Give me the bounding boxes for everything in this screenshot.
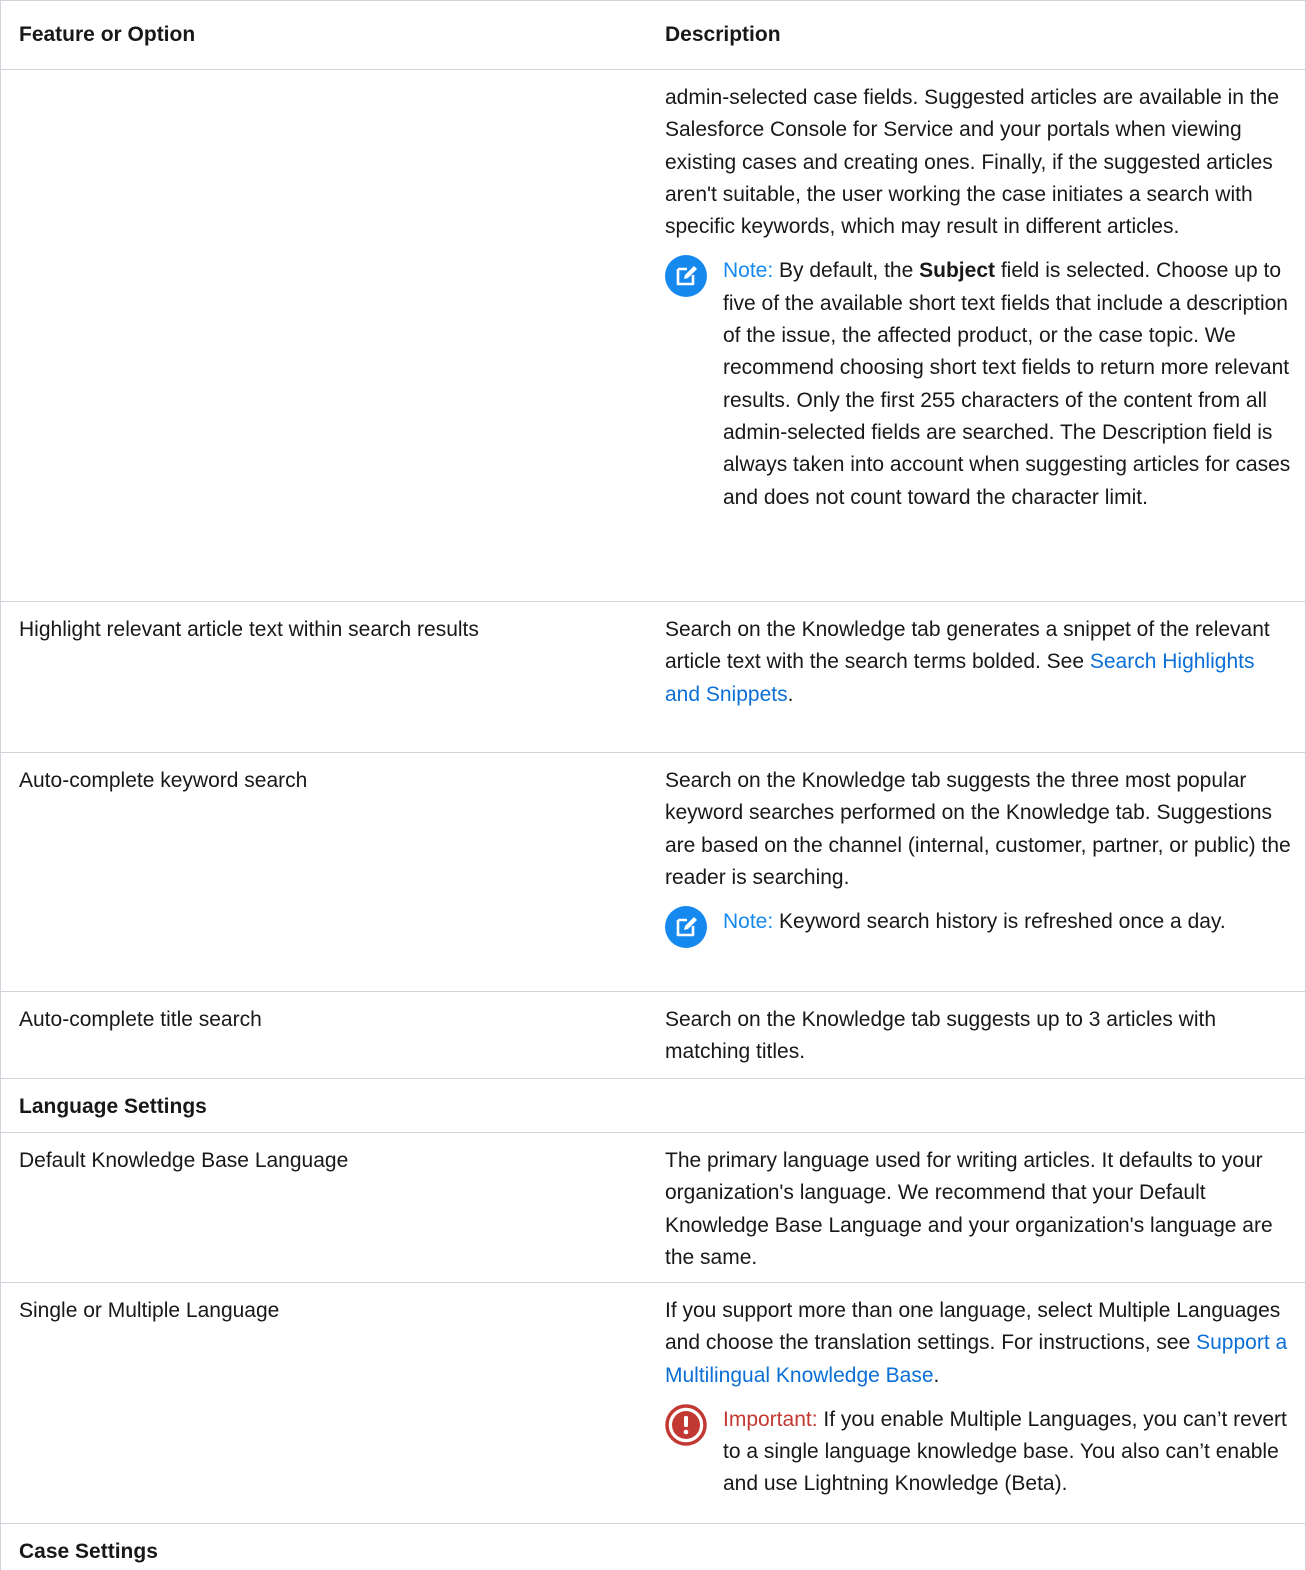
description-cell: Search on the Knowledge tab suggests the… <box>647 753 1305 991</box>
section-row: Language Settings <box>1 1079 1305 1133</box>
description-text-end: . <box>933 1363 940 1387</box>
header-feature: Feature or Option <box>19 23 196 46</box>
description-text: If you support more than one language, s… <box>665 1295 1295 1392</box>
important-label: Important: <box>723 1407 818 1431</box>
description-text: admin-selected case fields. Suggested ar… <box>665 86 1280 239</box>
table-row: Default Knowledge Base Language The prim… <box>1 1133 1305 1283</box>
note-text-after: field is selected. Choose up to five of … <box>723 259 1291 509</box>
important-body: Important: If you enable Multiple Langua… <box>707 1404 1295 1501</box>
section-title-language: Language Settings <box>19 1095 207 1118</box>
description-cell: The primary language used for writing ar… <box>665 1149 1273 1269</box>
table-row: admin-selected case fields. Suggested ar… <box>1 70 1305 602</box>
feature-table: Feature or Option Description admin-sele… <box>0 0 1306 1570</box>
feature-cell: Highlight relevant article text within s… <box>19 618 479 641</box>
feature-cell: Auto-complete keyword search <box>19 769 308 792</box>
header-description: Description <box>665 23 781 46</box>
section-empty-cell <box>647 1079 1305 1132</box>
table-row: Auto-complete title search Search on the… <box>1 992 1305 1079</box>
description-cell: Search on the Knowledge tab generates a … <box>647 602 1305 752</box>
feature-cell: Default Knowledge Base Language <box>19 1149 349 1172</box>
exclamation-warning-icon <box>665 1404 707 1446</box>
note-text-before: By default, the <box>773 259 920 283</box>
section-row: Case Settings <box>1 1524 1305 1570</box>
description-cell: admin-selected case fields. Suggested ar… <box>647 70 1305 601</box>
table-header-row: Feature or Option Description <box>1 0 1305 70</box>
section-empty-cell <box>647 1524 1305 1570</box>
section-title-case: Case Settings <box>19 1540 158 1563</box>
table-row: Auto-complete keyword search Search on t… <box>1 753 1305 992</box>
important-callout: Important: If you enable Multiple Langua… <box>665 1404 1295 1501</box>
note-body: Note: By default, the Subject field is s… <box>707 255 1295 513</box>
edit-note-icon <box>665 255 707 298</box>
feature-cell: Auto-complete title search <box>19 1008 262 1031</box>
description-text-start: If you support more than one language, s… <box>665 1299 1281 1355</box>
note-text: Keyword search history is refreshed once… <box>773 910 1226 934</box>
note-label: Note: <box>723 259 774 283</box>
table-row: Highlight relevant article text within s… <box>1 602 1305 753</box>
description-text-end: . <box>787 682 794 706</box>
description-cell: If you support more than one language, s… <box>647 1283 1305 1523</box>
feature-cell <box>1 70 647 601</box>
edit-note-icon <box>665 906 707 949</box>
description-cell: Search on the Knowledge tab suggests up … <box>665 1008 1217 1064</box>
note-callout: Note: By default, the Subject field is s… <box>665 255 1295 513</box>
note-callout: Note: Keyword search history is refreshe… <box>665 906 1295 949</box>
table-row: Single or Multiple Language If you suppo… <box>1 1283 1305 1524</box>
description-text: Search on the Knowledge tab suggests the… <box>665 769 1291 889</box>
note-label: Note: <box>723 910 774 934</box>
note-bold-subject: Subject <box>919 259 995 283</box>
note-body: Note: Keyword search history is refreshe… <box>707 906 1295 948</box>
feature-cell: Single or Multiple Language <box>19 1299 280 1322</box>
